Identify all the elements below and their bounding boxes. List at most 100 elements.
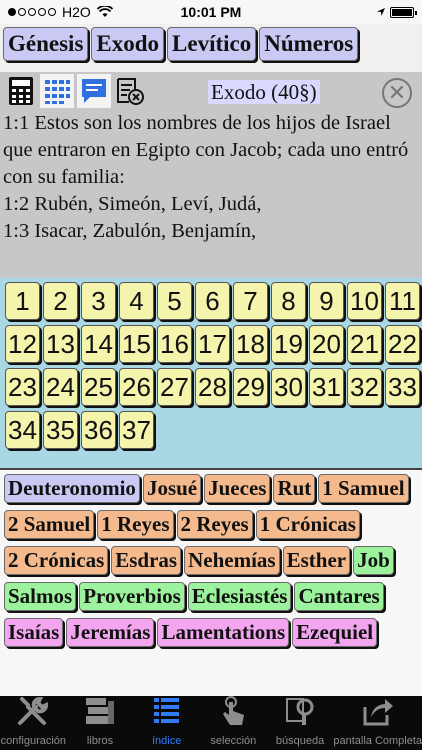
- chapter-button[interactable]: 23: [5, 368, 40, 406]
- book-button[interactable]: 2 Reyes: [176, 510, 253, 539]
- chapter-button[interactable]: 27: [157, 368, 192, 406]
- chapter-button[interactable]: 25: [81, 368, 116, 406]
- book-button[interactable]: 2 Samuel: [4, 510, 95, 539]
- book-button[interactable]: Deuteronomio: [4, 474, 140, 503]
- book-button[interactable]: 1 Reyes: [97, 510, 174, 539]
- chapter-button[interactable]: 13: [43, 325, 78, 363]
- chapter-button[interactable]: 26: [119, 368, 154, 406]
- book-button[interactable]: Jeremías: [66, 618, 155, 647]
- index-list-icon: [150, 695, 184, 735]
- speech-bubble-icon: [82, 79, 106, 103]
- chapter-button[interactable]: 3: [81, 282, 116, 320]
- chapter-button[interactable]: 8: [271, 282, 306, 320]
- chapter-button[interactable]: 33: [385, 368, 420, 406]
- chapter-button[interactable]: 11: [385, 282, 420, 320]
- chapter-button[interactable]: 2: [43, 282, 78, 320]
- book-button[interactable]: Proverbios: [79, 582, 185, 611]
- book-button[interactable]: Cantares: [294, 582, 384, 611]
- tab-label: selección: [210, 735, 257, 747]
- chapter-button[interactable]: 21: [347, 325, 382, 363]
- notes-button[interactable]: [77, 74, 111, 108]
- carrier-label: H2O: [62, 4, 91, 20]
- tab-label: libros: [86, 735, 114, 747]
- top-book-button[interactable]: Exodo: [91, 27, 165, 61]
- chapter-button[interactable]: 14: [81, 325, 116, 363]
- top-book-button[interactable]: Números: [259, 27, 359, 61]
- verse-line[interactable]: 1:2 Rubén, Simeón, Leví, Judá,: [3, 191, 419, 218]
- book-button[interactable]: Esther: [282, 546, 351, 575]
- tab-label: pantalla Completa: [333, 735, 422, 747]
- chapter-button[interactable]: 4: [119, 282, 154, 320]
- book-button[interactable]: Salmos: [4, 582, 77, 611]
- top-book-button[interactable]: Génesis: [3, 27, 89, 61]
- book-button[interactable]: Rut: [273, 474, 316, 503]
- search-document-icon: [283, 695, 317, 735]
- book-button[interactable]: 1 Samuel: [318, 474, 409, 503]
- chapter-button[interactable]: 12: [5, 325, 40, 363]
- top-book-bar: Génesis Exodo Levítico Números: [0, 24, 422, 72]
- chapter-button[interactable]: 24: [43, 368, 78, 406]
- chapter-button[interactable]: 5: [157, 282, 192, 320]
- chapter-button[interactable]: 17: [195, 325, 230, 363]
- verse-line[interactable]: 1:1 Estos son los nombres de los hijos d…: [3, 110, 419, 191]
- book-button[interactable]: Job: [353, 546, 394, 575]
- chapter-button[interactable]: 1: [5, 282, 40, 320]
- book-button[interactable]: 2 Crónicas: [4, 546, 109, 575]
- verse-line[interactable]: 1:3 Isacar, Zabulón, Benjamín,: [3, 218, 419, 245]
- book-button[interactable]: Eclesiastés: [187, 582, 292, 611]
- status-right: [376, 6, 417, 18]
- chapter-button[interactable]: 7: [233, 282, 268, 320]
- tab-label: búsqueda: [275, 735, 325, 747]
- chapter-button[interactable]: 36: [81, 411, 116, 449]
- tab-share[interactable]: pantalla Completa: [333, 696, 422, 750]
- close-icon: ✕: [387, 80, 407, 105]
- chapter-button[interactable]: 10: [347, 282, 382, 320]
- chapter-button[interactable]: 9: [309, 282, 344, 320]
- chapter-button[interactable]: 15: [119, 325, 154, 363]
- tab-label: configuración: [0, 735, 67, 747]
- tab-tools[interactable]: configuración: [0, 696, 67, 750]
- tab-books[interactable]: libros: [67, 696, 134, 750]
- tab-label: índice: [152, 735, 182, 747]
- location-icon: [377, 8, 385, 16]
- reader-toolbar: Exodo (40§) ✕: [0, 74, 422, 110]
- top-book-button[interactable]: Levítico: [167, 27, 257, 61]
- chapter-button[interactable]: 28: [195, 368, 230, 406]
- chapter-button[interactable]: 35: [43, 411, 78, 449]
- chapter-button[interactable]: 19: [271, 325, 306, 363]
- chapter-button[interactable]: 31: [309, 368, 344, 406]
- chapter-button[interactable]: 6: [195, 282, 230, 320]
- chapter-button[interactable]: 18: [233, 325, 268, 363]
- calculator-button[interactable]: [4, 74, 38, 108]
- chapter-button[interactable]: 34: [5, 411, 40, 449]
- grid-dots-icon: [45, 80, 70, 104]
- app-content: Génesis Exodo Levítico Números Exodo (40…: [0, 24, 422, 696]
- share-icon: [361, 695, 395, 735]
- chapter-button[interactable]: 37: [119, 411, 154, 449]
- book-button[interactable]: Esdras: [111, 546, 182, 575]
- chapter-button[interactable]: 32: [347, 368, 382, 406]
- book-button[interactable]: Isaías: [4, 618, 64, 647]
- clear-notes-button[interactable]: [113, 74, 147, 108]
- chapter-button[interactable]: 20: [309, 325, 344, 363]
- book-button[interactable]: 1 Crónicas: [255, 510, 360, 539]
- battery-icon: [390, 6, 417, 18]
- tab-tap-hand[interactable]: selección: [200, 696, 267, 750]
- book-button[interactable]: Lamentations: [157, 618, 290, 647]
- chapter-button[interactable]: 22: [385, 325, 420, 363]
- book-button[interactable]: Nehemías: [184, 546, 280, 575]
- grid-view-button[interactable]: [40, 74, 74, 108]
- status-left: H2O: [8, 4, 113, 20]
- tab-search-document[interactable]: búsqueda: [267, 696, 334, 750]
- book-button[interactable]: Jueces: [204, 474, 271, 503]
- tab-bar: configuración libros índice selección búsque…: [0, 696, 422, 750]
- chapter-button[interactable]: 29: [233, 368, 268, 406]
- book-button[interactable]: Ezequiel: [292, 618, 378, 647]
- verse-text: 1:1 Estos son los nombres de los hijos d…: [3, 110, 419, 245]
- chapter-button[interactable]: 16: [157, 325, 192, 363]
- book-button[interactable]: Josué: [142, 474, 202, 503]
- tab-index-list[interactable]: índice: [133, 696, 200, 750]
- close-button[interactable]: ✕: [382, 78, 412, 108]
- chapter-button[interactable]: 30: [271, 368, 306, 406]
- book-panel: Deuteronomio Josué Jueces Rut 1 Samuel 2 Samu…: [0, 470, 422, 696]
